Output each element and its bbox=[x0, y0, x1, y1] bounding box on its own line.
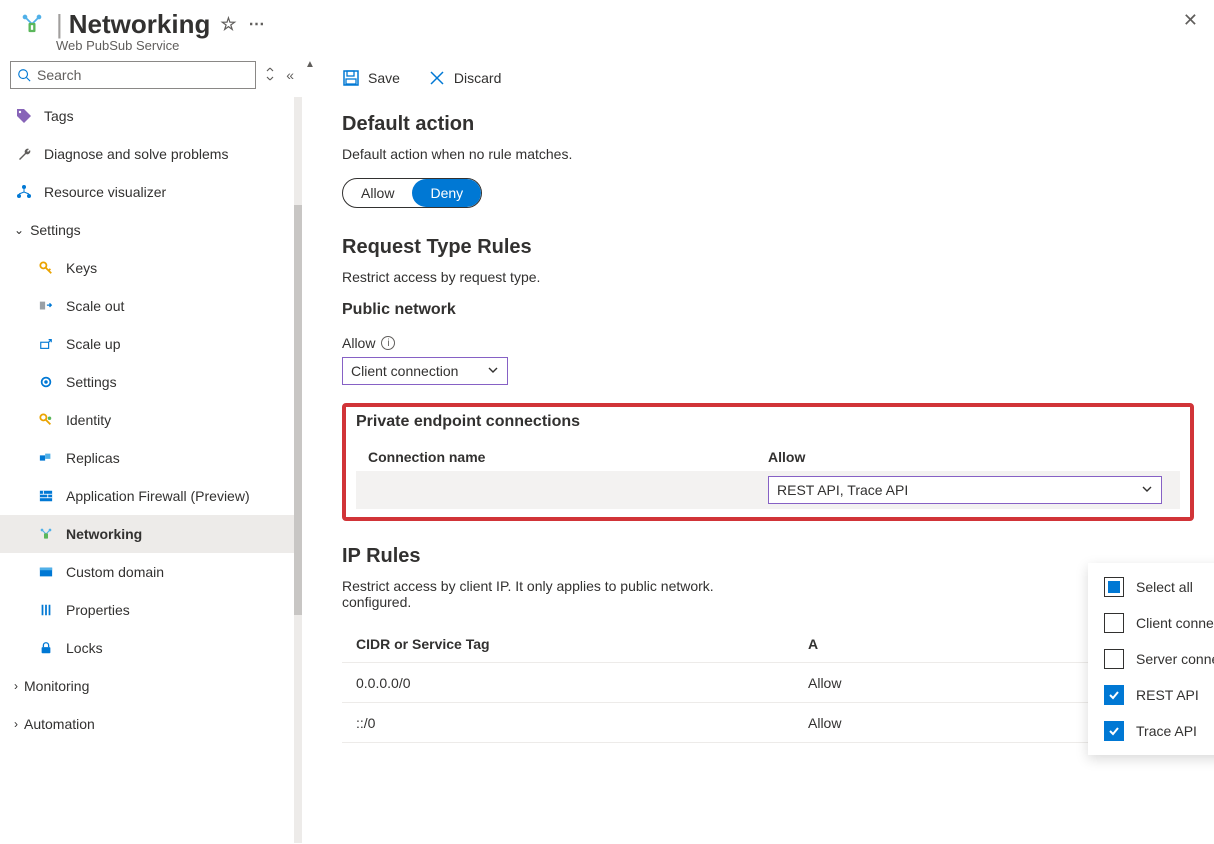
sidebar-group-automation[interactable]: ›Automation bbox=[0, 705, 302, 743]
sidebar-item-keys[interactable]: Keys bbox=[0, 249, 302, 287]
cidr-column-header: CIDR or Service Tag bbox=[342, 626, 794, 663]
collapse-sidebar-icon[interactable]: « bbox=[286, 67, 294, 83]
save-button[interactable]: Save bbox=[342, 69, 400, 87]
sidebar-item-properties[interactable]: Properties bbox=[0, 591, 302, 629]
default-action-description: Default action when no rule matches. bbox=[342, 146, 1194, 162]
deny-option[interactable]: Deny bbox=[412, 179, 481, 207]
sidebar-item-networking[interactable]: Networking bbox=[0, 515, 302, 553]
scroll-up-icon[interactable]: ▲ bbox=[305, 59, 315, 70]
page-title: |Networking ☆ ⋯ bbox=[56, 9, 264, 40]
ip-rule-row: ::/0 Allow ⋯ bbox=[342, 703, 1194, 743]
scale-out-icon bbox=[36, 297, 56, 315]
sidebar-group-monitoring[interactable]: ›Monitoring bbox=[0, 667, 302, 705]
allow-column-header: Allow bbox=[768, 449, 1168, 465]
option-trace-api[interactable]: Trace API bbox=[1088, 713, 1214, 749]
identity-icon bbox=[36, 411, 56, 429]
option-rest-api[interactable]: REST API bbox=[1088, 677, 1214, 713]
sidebar-item-settings[interactable]: Settings bbox=[0, 363, 302, 401]
sidebar-item-scale-out[interactable]: Scale out bbox=[0, 287, 302, 325]
chevron-down-icon: ⌄ bbox=[14, 223, 24, 237]
sidebar-search-input[interactable]: Search bbox=[10, 61, 256, 89]
option-server-connection[interactable]: Server connection bbox=[1088, 641, 1214, 677]
close-blade-button[interactable]: ✕ bbox=[1183, 10, 1198, 31]
default-action-heading: Default action bbox=[342, 113, 1194, 136]
sidebar-item-diagnose[interactable]: Diagnose and solve problems bbox=[0, 135, 302, 173]
connection-allow-dropdown[interactable]: REST API, Trace API bbox=[768, 476, 1162, 504]
chevron-down-icon bbox=[487, 363, 499, 379]
networking-icon bbox=[36, 525, 56, 543]
connection-row: REST API, Trace API bbox=[356, 471, 1180, 509]
tags-icon bbox=[14, 107, 34, 125]
chevron-right-icon: › bbox=[14, 717, 18, 731]
ip-rules-heading: IP Rules bbox=[342, 545, 1194, 568]
discard-button[interactable]: Discard bbox=[428, 69, 501, 87]
save-icon bbox=[342, 69, 360, 87]
allow-label: Allowi bbox=[342, 335, 1194, 351]
chevron-down-icon bbox=[1141, 482, 1153, 498]
sidebar-item-locks[interactable]: Locks bbox=[0, 629, 302, 667]
sidebar-scrollbar-thumb[interactable] bbox=[294, 205, 302, 615]
replicas-icon bbox=[36, 449, 56, 467]
expand-collapse-toggle-icon[interactable] bbox=[264, 67, 276, 84]
lock-icon bbox=[36, 639, 56, 657]
domain-icon bbox=[36, 563, 56, 581]
discard-icon bbox=[428, 69, 446, 87]
private-endpoint-heading: Private endpoint connections bbox=[356, 413, 1180, 431]
allow-options-dropdown-panel: Select all Client connection Server conn… bbox=[1088, 563, 1214, 755]
default-action-toggle[interactable]: Allow Deny bbox=[342, 178, 482, 208]
sidebar-item-identity[interactable]: Identity bbox=[0, 401, 302, 439]
gear-icon bbox=[36, 373, 56, 391]
option-client-connection[interactable]: Client connection bbox=[1088, 605, 1214, 641]
action-column-header: A bbox=[794, 626, 1114, 663]
request-type-rules-heading: Request Type Rules bbox=[342, 236, 1194, 259]
wrench-icon bbox=[14, 145, 34, 163]
sidebar-item-resource-visualizer[interactable]: Resource visualizer bbox=[0, 173, 302, 211]
search-icon bbox=[17, 68, 31, 82]
checkbox-unchecked-icon bbox=[1104, 613, 1124, 633]
key-icon bbox=[36, 259, 56, 277]
more-commands-icon[interactable]: ⋯ bbox=[248, 14, 264, 34]
ip-rules-description: Restrict access by client IP. It only ap… bbox=[342, 578, 1194, 610]
chevron-right-icon: › bbox=[14, 679, 18, 693]
sidebar-item-scale-up[interactable]: Scale up bbox=[0, 325, 302, 363]
sidebar-item-tags[interactable]: Tags bbox=[0, 97, 302, 135]
public-network-allow-dropdown[interactable]: Client connection bbox=[342, 357, 508, 385]
checkbox-checked-icon bbox=[1104, 721, 1124, 741]
firewall-icon bbox=[36, 487, 56, 505]
checkbox-checked-icon bbox=[1104, 685, 1124, 705]
favorite-star-icon[interactable]: ☆ bbox=[220, 14, 236, 35]
properties-icon bbox=[36, 601, 56, 619]
scale-up-icon bbox=[36, 335, 56, 353]
sidebar-item-application-firewall[interactable]: Application Firewall (Preview) bbox=[0, 477, 302, 515]
option-select-all[interactable]: Select all bbox=[1088, 569, 1214, 605]
public-network-heading: Public network bbox=[342, 301, 1194, 319]
sidebar: Search « Tags Diagnose and solve problem… bbox=[0, 53, 302, 843]
sidebar-item-replicas[interactable]: Replicas bbox=[0, 439, 302, 477]
sidebar-group-settings[interactable]: ⌄Settings bbox=[0, 211, 302, 249]
hierarchy-icon bbox=[14, 183, 34, 201]
allow-option[interactable]: Allow bbox=[343, 179, 412, 207]
sidebar-item-custom-domain[interactable]: Custom domain bbox=[0, 553, 302, 591]
service-icon bbox=[16, 8, 48, 40]
highlighted-section: Private endpoint connections Connection … bbox=[342, 403, 1194, 521]
checkbox-partial-icon bbox=[1104, 577, 1124, 597]
info-icon[interactable]: i bbox=[381, 336, 395, 350]
ip-rules-table: CIDR or Service Tag A 0.0.0.0/0 Allow ⋯ … bbox=[342, 626, 1194, 743]
connection-name-column-header: Connection name bbox=[368, 449, 768, 465]
request-type-rules-description: Restrict access by request type. bbox=[342, 269, 1194, 285]
ip-rule-row: 0.0.0.0/0 Allow ⋯ bbox=[342, 663, 1194, 703]
checkbox-unchecked-icon bbox=[1104, 649, 1124, 669]
